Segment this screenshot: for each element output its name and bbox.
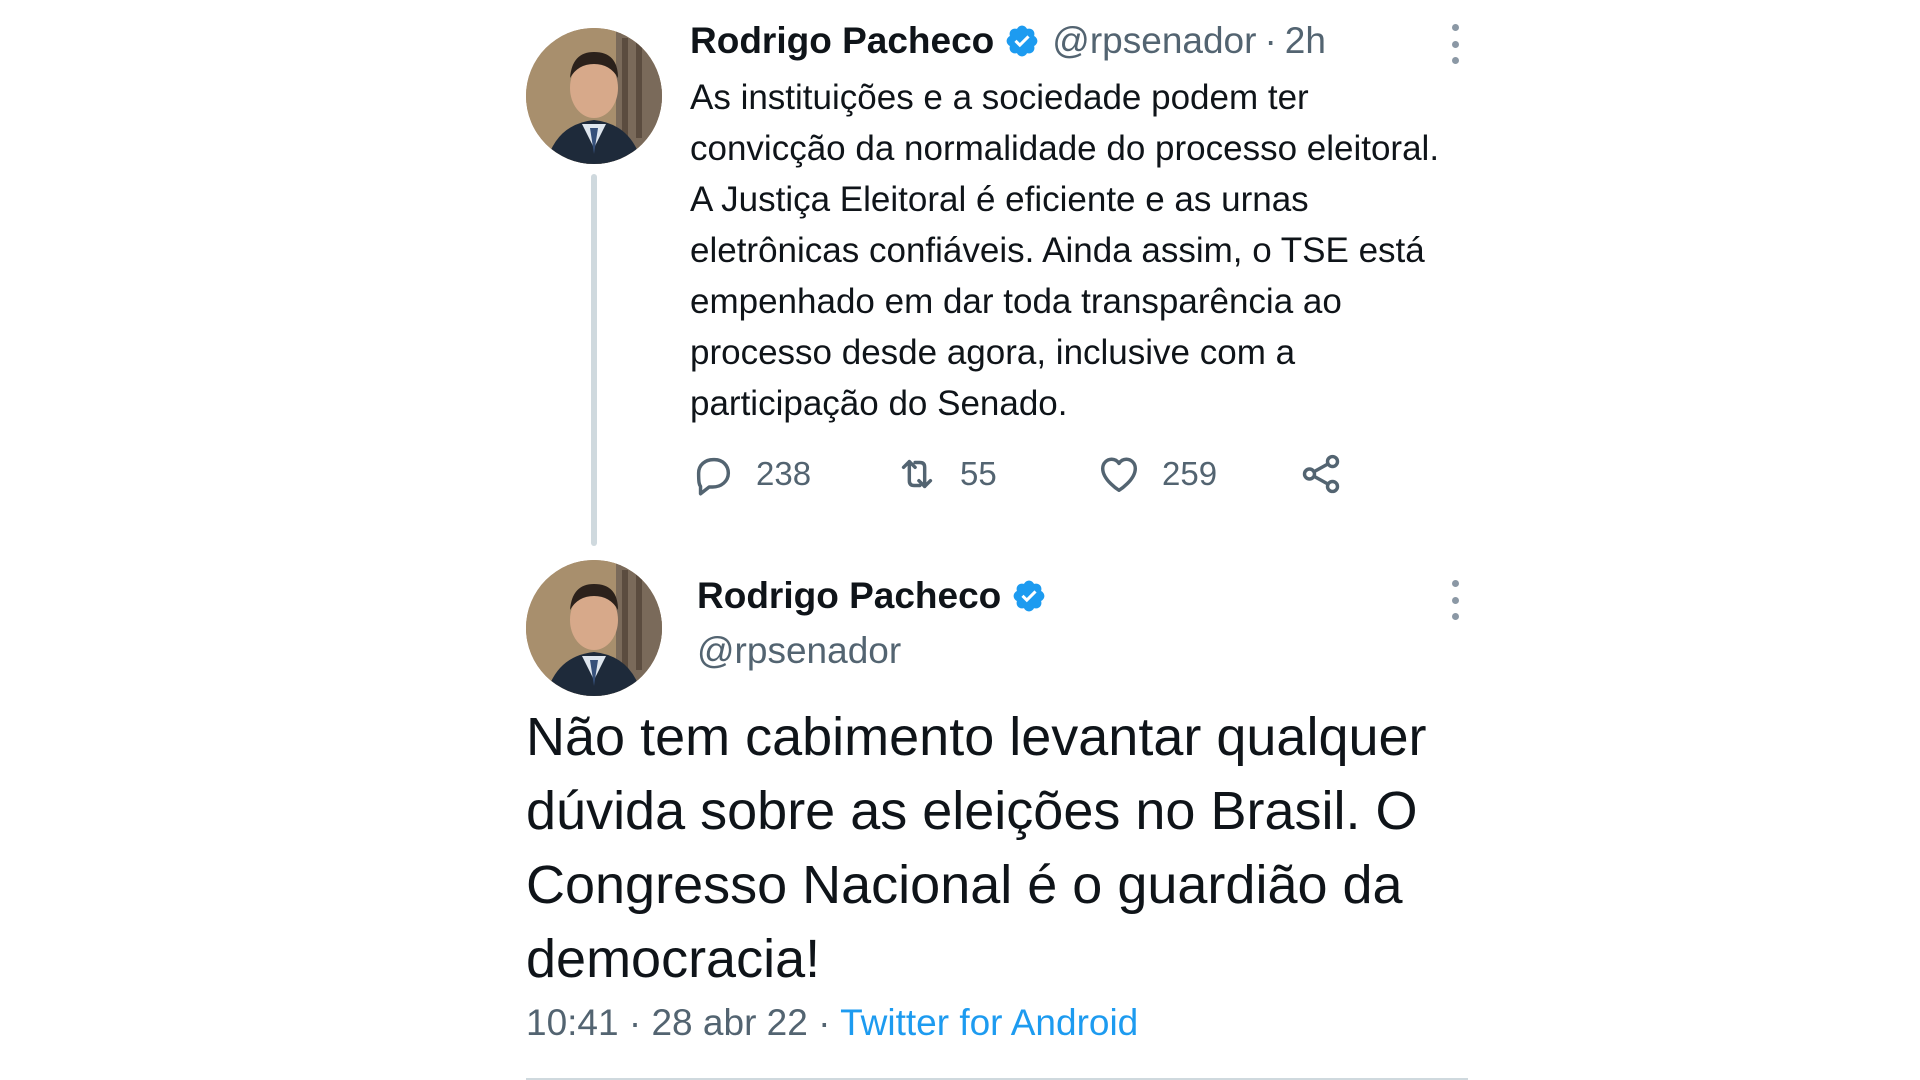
tweet-meta: 10:41 · 28 abr 22 · Twitter for Android — [526, 1002, 1138, 1044]
verified-badge-icon — [1013, 580, 1045, 612]
separator-dot: · — [818, 1002, 831, 1043]
avatar[interactable] — [526, 560, 662, 696]
reply-count: 238 — [756, 455, 812, 492]
avatar-photo — [526, 28, 662, 164]
retweet-button[interactable]: 55 — [894, 448, 997, 500]
like-count: 259 — [1162, 455, 1218, 492]
retweet-icon — [901, 459, 933, 489]
tweet-date[interactable]: 28 abr 22 — [651, 1002, 807, 1043]
tweet1-header: Rodrigo Pacheco @rpsenador · 2h — [690, 20, 1326, 62]
tweet2-header: Rodrigo Pacheco — [697, 575, 1047, 617]
tweet-source-link[interactable]: Twitter for Android — [840, 1002, 1138, 1043]
retweet-count: 55 — [960, 455, 997, 492]
verified-badge-icon — [1006, 25, 1038, 57]
thread-connector-line — [591, 174, 597, 546]
separator-dot: · — [628, 1002, 642, 1043]
share-icon — [1302, 454, 1340, 494]
tweet-actions: 238 55 259 — [690, 448, 1370, 500]
reply-button[interactable]: 238 — [690, 448, 811, 500]
tweet-text: Não tem cabimento levantar qualquer dúvi… — [526, 707, 1427, 989]
more-vertical-icon[interactable] — [1445, 24, 1465, 64]
author-name[interactable]: Rodrigo Pacheco — [690, 20, 994, 62]
reply-icon — [696, 457, 731, 496]
author-handle[interactable]: @rpsenador — [697, 630, 901, 672]
avatar-photo — [526, 560, 662, 696]
heart-icon — [1100, 457, 1138, 493]
more-vertical-icon[interactable] — [1445, 580, 1465, 620]
tweet-time[interactable]: 10:41 — [526, 1002, 619, 1043]
share-button[interactable] — [1298, 448, 1344, 500]
tweet-thread: Rodrigo Pacheco @rpsenador · 2h As insti… — [0, 0, 1920, 1080]
tweet-text: As instituições e a sociedade podem ter … — [690, 78, 1440, 423]
like-button[interactable]: 259 — [1096, 448, 1217, 500]
author-name[interactable]: Rodrigo Pacheco — [697, 575, 1001, 617]
avatar[interactable] — [526, 28, 662, 164]
tweet-time[interactable]: 2h — [1285, 20, 1326, 62]
author-handle[interactable]: @rpsenador — [1052, 20, 1256, 62]
separator-dot: · — [1264, 20, 1277, 61]
